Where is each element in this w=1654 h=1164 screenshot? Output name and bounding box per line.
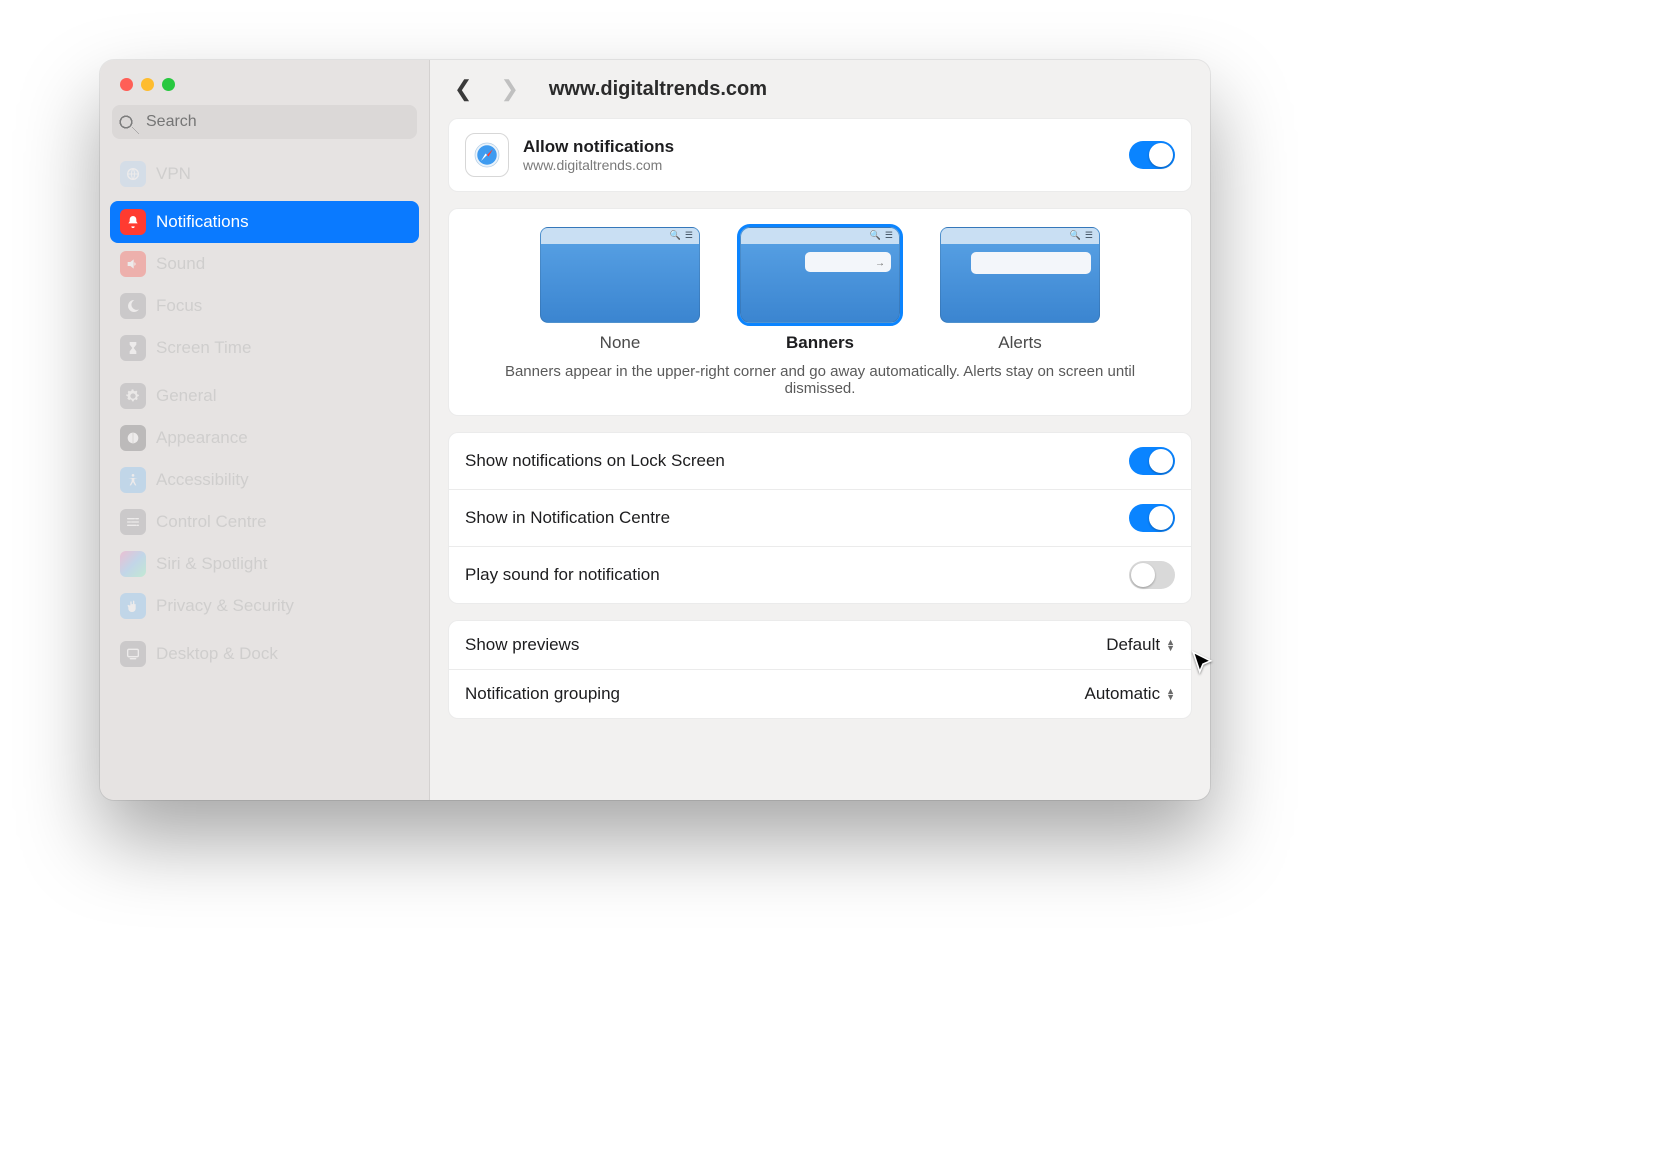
play-sound-label: Play sound for notification — [465, 565, 1129, 585]
sidebar-item-siri[interactable]: Siri & Spotlight — [110, 543, 419, 585]
show-previews-label: Show previews — [465, 635, 1106, 655]
sidebar: VPN Notifications Sound Focus — [100, 60, 430, 800]
allow-notifications-toggle[interactable] — [1129, 141, 1175, 169]
accessibility-icon — [120, 467, 146, 493]
sidebar-item-accessibility[interactable]: Accessibility — [110, 459, 419, 501]
allow-notifications-card: Allow notifications www.digitaltrends.co… — [448, 118, 1192, 192]
forward-button[interactable]: ❯ — [500, 76, 518, 102]
sidebar-item-label: Notifications — [156, 212, 249, 232]
system-settings-window: VPN Notifications Sound Focus — [100, 60, 1210, 800]
notification-toggles-card: Show notifications on Lock Screen Show i… — [448, 432, 1192, 604]
search-icon: 🔍 — [1070, 230, 1081, 241]
notification-options-card: Show previews Default ▲▼ Notification gr… — [448, 620, 1192, 719]
dropdown-value: Default — [1106, 635, 1160, 655]
sidebar-item-vpn[interactable]: VPN — [110, 153, 419, 195]
allow-title: Allow notifications — [523, 137, 1115, 157]
sidebar-item-label: Control Centre — [156, 512, 267, 532]
appearance-icon — [120, 425, 146, 451]
sidebar-nav: VPN Notifications Sound Focus — [100, 147, 429, 687]
bell-icon — [120, 209, 146, 235]
moon-icon — [120, 293, 146, 319]
sidebar-item-screen-time[interactable]: Screen Time — [110, 327, 419, 369]
nav-arrows: ❮ ❯ — [454, 76, 519, 102]
preview-none: 🔍☰ — [540, 227, 700, 323]
sidebar-item-label: Screen Time — [156, 338, 251, 358]
style-label: None — [600, 333, 641, 353]
dropdown-value: Automatic — [1084, 684, 1160, 704]
alert-style-banners[interactable]: 🔍 ☰ → Banners — [740, 227, 900, 353]
hand-icon — [120, 593, 146, 619]
notification-grouping-label: Notification grouping — [465, 684, 1084, 704]
arrow-icon: → — [875, 258, 885, 269]
window-controls — [100, 60, 429, 91]
gear-icon — [120, 383, 146, 409]
lock-screen-label: Show notifications on Lock Screen — [465, 451, 1129, 471]
topbar: ❮ ❯ www.digitaltrends.com — [430, 60, 1210, 114]
lock-screen-toggle[interactable] — [1129, 447, 1175, 475]
style-label: Banners — [786, 333, 854, 353]
maximize-window-button[interactable] — [162, 78, 175, 91]
notification-centre-label: Show in Notification Centre — [465, 508, 1129, 528]
chevron-updown-icon: ▲▼ — [1166, 688, 1175, 700]
sidebar-item-label: Siri & Spotlight — [156, 554, 268, 574]
globe-icon — [120, 161, 146, 187]
alert-style-help: Banners appear in the upper-right corner… — [500, 363, 1140, 397]
preview-banners: 🔍 ☰ → — [740, 227, 900, 323]
alert-style-card: 🔍☰ None 🔍☰ → Banners 🔍☰ — [448, 208, 1192, 416]
chevron-updown-icon: ▲▼ — [1166, 639, 1175, 651]
sliders-icon — [120, 509, 146, 535]
sidebar-item-sound[interactable]: Sound — [110, 243, 419, 285]
play-sound-toggle[interactable] — [1129, 561, 1175, 589]
show-previews-dropdown[interactable]: Default ▲▼ — [1106, 635, 1175, 655]
hourglass-icon — [120, 335, 146, 361]
allow-subtitle: www.digitaltrends.com — [523, 157, 1115, 173]
sidebar-item-label: Focus — [156, 296, 202, 316]
speaker-icon — [120, 251, 146, 277]
sidebar-item-label: General — [156, 386, 216, 406]
control-icon: ☰ — [1085, 230, 1093, 241]
sidebar-item-label: Appearance — [156, 428, 248, 448]
siri-icon — [120, 551, 146, 577]
safari-icon — [465, 133, 509, 177]
sidebar-item-control-centre[interactable]: Control Centre — [110, 501, 419, 543]
sidebar-item-label: Accessibility — [156, 470, 249, 490]
search-icon: 🔍 — [670, 230, 681, 241]
back-button[interactable]: ❮ — [454, 76, 472, 102]
sidebar-item-label: VPN — [156, 164, 191, 184]
sidebar-item-desktop-dock[interactable]: Desktop & Dock — [110, 633, 419, 675]
main-content: ❮ ❯ www.digitaltrends.com Allow notifica… — [430, 60, 1210, 800]
close-window-button[interactable] — [120, 78, 133, 91]
page-title: www.digitaltrends.com — [549, 78, 767, 101]
sidebar-item-label: Desktop & Dock — [156, 644, 278, 664]
sidebar-item-notifications[interactable]: Notifications — [110, 201, 419, 243]
sidebar-item-focus[interactable]: Focus — [110, 285, 419, 327]
preview-alerts: 🔍☰ — [940, 227, 1100, 323]
alert-style-alerts[interactable]: 🔍☰ Alerts — [940, 227, 1100, 353]
control-icon: ☰ — [885, 230, 893, 241]
notification-centre-toggle[interactable] — [1129, 504, 1175, 532]
notification-grouping-dropdown[interactable]: Automatic ▲▼ — [1084, 684, 1175, 704]
style-label: Alerts — [998, 333, 1041, 353]
minimize-window-button[interactable] — [141, 78, 154, 91]
control-icon: ☰ — [685, 230, 693, 241]
sidebar-item-appearance[interactable]: Appearance — [110, 417, 419, 459]
sidebar-item-general[interactable]: General — [110, 375, 419, 417]
sidebar-item-label: Sound — [156, 254, 205, 274]
alert-style-none[interactable]: 🔍☰ None — [540, 227, 700, 353]
sidebar-item-label: Privacy & Security — [156, 596, 294, 616]
dock-icon — [120, 641, 146, 667]
search-icon: 🔍 — [870, 230, 881, 241]
sidebar-item-privacy[interactable]: Privacy & Security — [110, 585, 419, 627]
search-input[interactable] — [112, 105, 417, 139]
